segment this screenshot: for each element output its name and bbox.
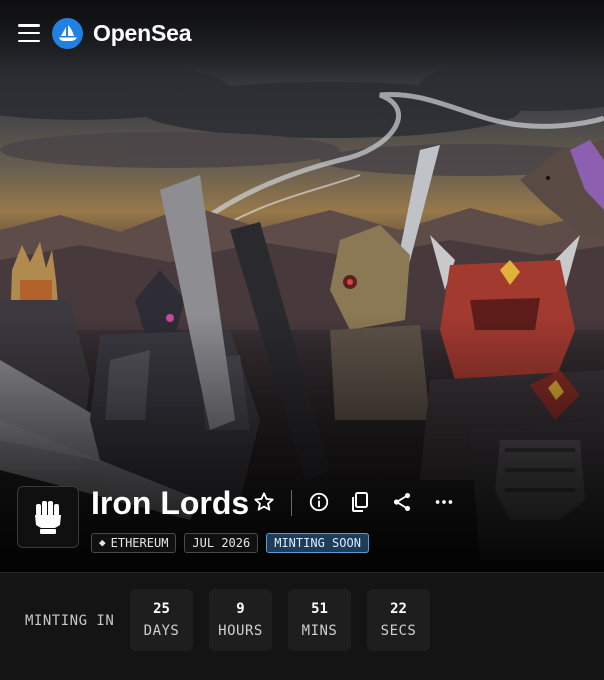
ethereum-icon: ◆ — [99, 536, 106, 549]
countdown-mins: 51 MINS — [288, 589, 351, 651]
mint-countdown: MINTING IN 25 DAYS 9 HOURS 51 MINS 22 SE… — [0, 572, 604, 680]
countdown-days: 25 DAYS — [130, 589, 193, 651]
action-divider — [291, 490, 292, 516]
countdown-unit: DAYS — [143, 623, 180, 639]
star-icon[interactable] — [253, 491, 275, 513]
countdown-value: 22 — [390, 601, 407, 617]
countdown-value: 25 — [153, 601, 170, 617]
countdown-unit: MINS — [301, 623, 338, 639]
collection-avatar — [17, 486, 79, 548]
countdown-label: MINTING IN — [25, 613, 115, 629]
countdown-secs: 22 SECS — [367, 589, 430, 651]
top-navigation-bar: OpenSea — [0, 0, 604, 66]
opensea-logo[interactable]: OpenSea — [52, 17, 192, 49]
collection-title: Iron Lords — [91, 485, 250, 521]
countdown-unit: SECS — [380, 623, 417, 639]
status-label: MINTING SOON — [274, 536, 361, 550]
hamburger-menu-icon[interactable] — [18, 24, 40, 42]
countdown-value: 51 — [311, 601, 328, 617]
countdown-hours: 9 HOURS — [209, 589, 272, 651]
brand-name: OpenSea — [93, 19, 192, 46]
date-label: JUL 2026 — [192, 536, 251, 550]
gauntlet-fist-icon — [35, 501, 61, 534]
chain-label: ETHEREUM — [110, 536, 169, 550]
status-badge: MINTING SOON — [266, 533, 369, 553]
more-icon[interactable] — [432, 490, 456, 514]
info-icon[interactable] — [307, 490, 331, 514]
collection-badges: ◆ ETHEREUM JUL 2026 MINTING SOON — [91, 533, 369, 553]
date-badge: JUL 2026 — [184, 533, 259, 553]
countdown-unit: HOURS — [218, 623, 263, 639]
copy-icon[interactable] — [348, 490, 372, 514]
chain-badge: ◆ ETHEREUM — [91, 533, 177, 553]
countdown-value: 9 — [236, 601, 245, 617]
opensea-sailboat-icon — [52, 17, 83, 49]
share-icon[interactable] — [390, 490, 414, 514]
